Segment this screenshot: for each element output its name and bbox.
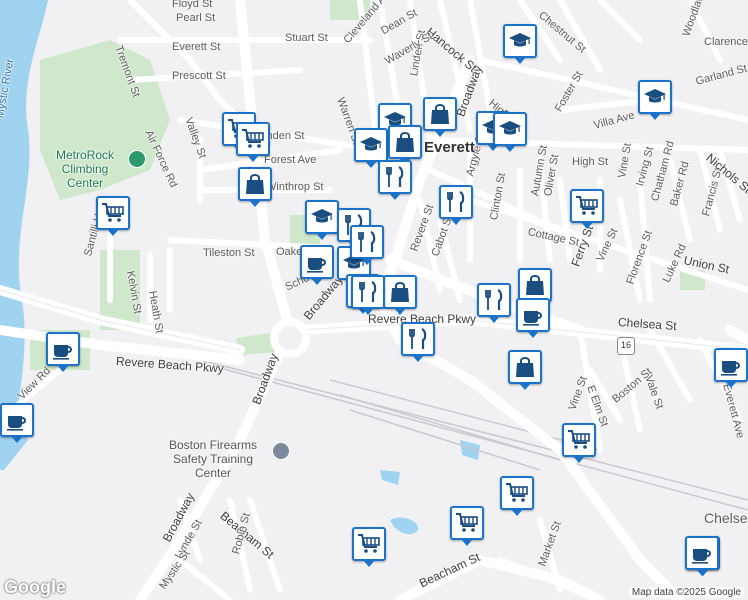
label-pearl: Pearl St [176, 12, 216, 24]
graduation-cap-icon [310, 205, 334, 229]
restaurant-pin[interactable] [350, 225, 384, 265]
coffee-cup-icon [51, 337, 75, 361]
label-prescott: Prescott St [172, 70, 226, 82]
grocery-pin[interactable] [352, 527, 386, 567]
cart-icon [455, 511, 479, 535]
label-tileston: Tileston St [203, 247, 255, 259]
cart-icon [101, 201, 125, 225]
label-metrorock: MetroRock Climbing Center [55, 148, 114, 190]
cart-icon [575, 194, 599, 218]
map-canvas[interactable]: Floyd St Pearl St Everett St Stuart St P… [0, 0, 748, 600]
school-pin[interactable] [354, 128, 388, 168]
fork-knife-icon [444, 190, 468, 214]
shopping-pin[interactable] [383, 275, 417, 315]
label-firearms: Boston Firearms Safety Training Center [168, 438, 258, 480]
shopping-pin[interactable] [238, 167, 272, 207]
cafe-pin[interactable] [300, 245, 334, 285]
bag-icon [513, 355, 537, 379]
shopping-pin[interactable] [388, 125, 422, 165]
label-chelsea-st: Chelsea St [617, 315, 678, 334]
cafe-pin[interactable] [0, 403, 34, 443]
school-pin[interactable] [305, 200, 339, 240]
coffee-cup-icon [719, 353, 743, 377]
bag-icon [388, 280, 412, 304]
cart-icon [357, 532, 381, 556]
route-16-shield: 16 [617, 337, 635, 355]
grocery-pin[interactable] [562, 423, 596, 463]
graduation-cap-icon [643, 85, 667, 109]
restaurant-pin[interactable] [401, 322, 435, 362]
bag-icon [393, 130, 417, 154]
grocery-pin[interactable] [450, 506, 484, 546]
bag-icon [428, 102, 452, 126]
bag-icon [243, 172, 267, 196]
restaurant-pin[interactable] [378, 160, 412, 200]
cafe-pin[interactable] [46, 332, 80, 372]
coffee-cup-icon [521, 303, 545, 327]
coffee-cup-icon [305, 250, 329, 274]
cafe-pin[interactable] [685, 536, 719, 576]
fork-knife-icon [482, 288, 506, 312]
label-high-st: High St [572, 156, 609, 168]
label-forest: Forest Ave [264, 154, 317, 166]
shopping-pin[interactable] [518, 268, 552, 308]
bag-icon [523, 273, 547, 297]
graduation-cap-icon [359, 133, 383, 157]
label-floyd: Floyd St [172, 0, 213, 10]
school-pin[interactable] [493, 112, 527, 152]
firearms-marker[interactable] [272, 442, 290, 460]
grocery-pin[interactable] [96, 196, 130, 236]
map-attribution: Map data ©2025 Google [628, 587, 744, 598]
label-winthrop: Winthrop St [266, 181, 324, 193]
grocery-pin[interactable] [570, 189, 604, 229]
cart-icon [241, 127, 265, 151]
restaurant-pin[interactable] [477, 283, 511, 323]
cart-icon [567, 428, 591, 452]
fork-knife-icon [383, 165, 407, 189]
school-pin[interactable] [503, 24, 537, 64]
graduation-cap-icon [508, 29, 532, 53]
shopping-pin[interactable] [508, 350, 542, 390]
cart-icon [505, 481, 529, 505]
graduation-cap-icon [498, 117, 522, 141]
coffee-cup-icon [690, 541, 714, 565]
fork-knife-icon [406, 327, 430, 351]
google-logo: Google [4, 577, 66, 597]
label-chelsea-town: Chelsea [704, 510, 748, 526]
cafe-pin[interactable] [714, 348, 748, 388]
shopping-pin[interactable] [423, 97, 457, 137]
school-pin[interactable] [638, 80, 672, 120]
label-everett-town: Everett [424, 139, 475, 156]
label-clarence: Clarence St [704, 36, 748, 48]
restaurant-pin[interactable] [351, 275, 385, 315]
fork-knife-icon [355, 230, 379, 254]
grocery-pin[interactable] [500, 476, 534, 516]
metrorock-marker[interactable] [128, 150, 146, 168]
cafe-pin[interactable] [516, 298, 550, 338]
fork-knife-icon [356, 280, 380, 304]
coffee-cup-icon [5, 408, 29, 432]
restaurant-pin[interactable] [439, 185, 473, 225]
label-stuart: Stuart St [285, 32, 328, 44]
grocery-pin[interactable] [236, 122, 270, 162]
label-everett-st: Everett St [172, 41, 221, 53]
